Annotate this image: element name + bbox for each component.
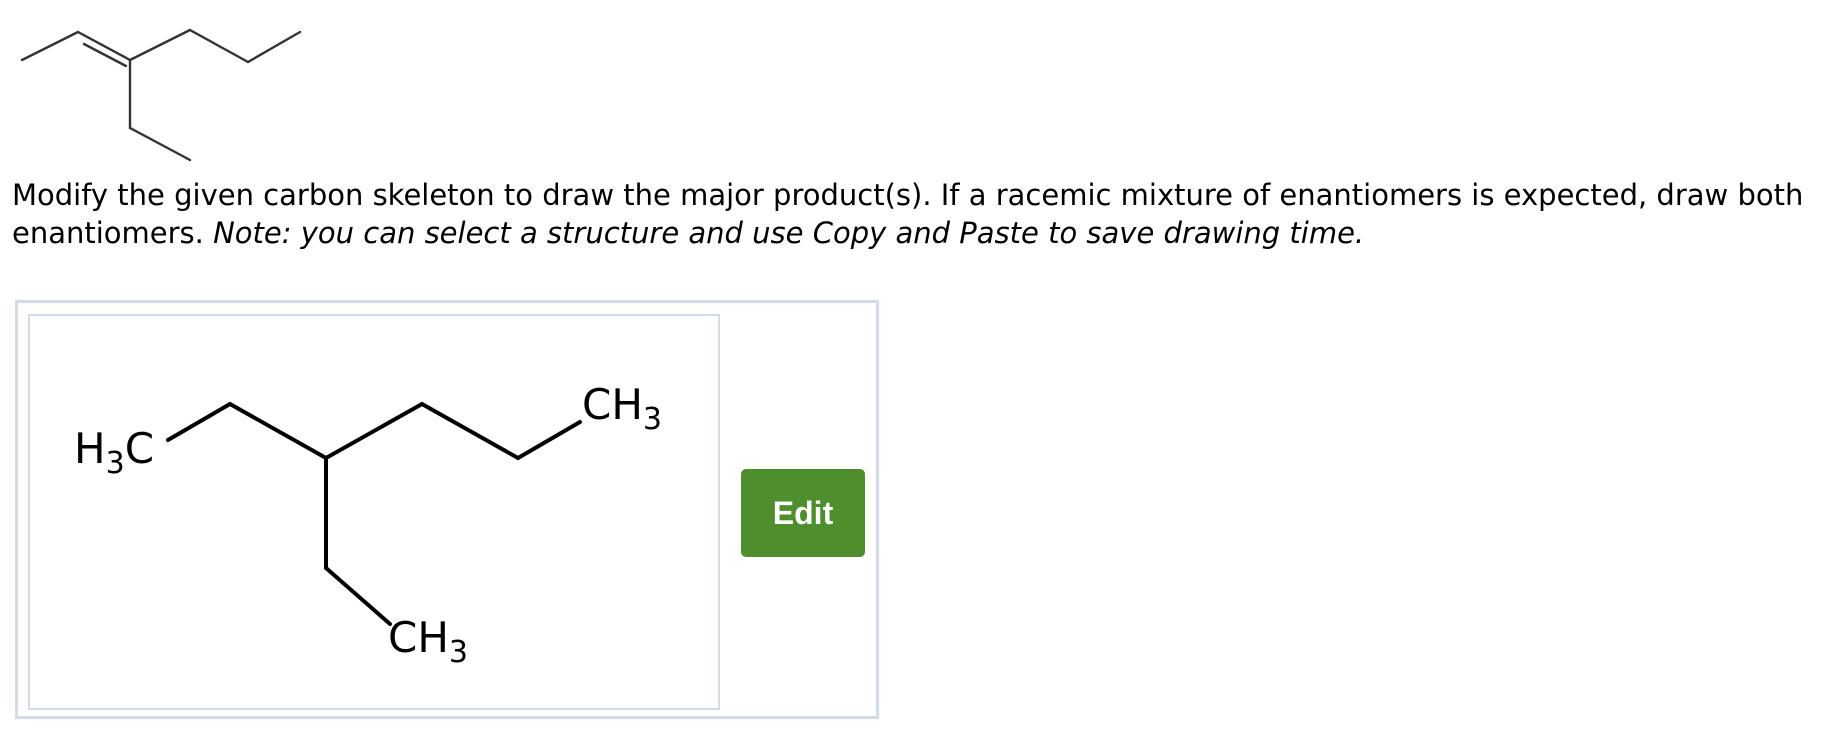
atom-label-left-methyl: H3C [74, 424, 154, 481]
bond-c1-c2 [166, 402, 232, 442]
skeleton-double-bond-a [20, 30, 80, 62]
skeleton-bond-5 [128, 126, 192, 162]
edit-button[interactable]: Edit [741, 469, 865, 557]
bond-c7-c8 [324, 566, 392, 626]
note-text: Note: you can select a structure and use… [213, 216, 1365, 250]
skeleton-bond-3 [246, 30, 302, 64]
atom-label-right-methyl: CH3 [582, 380, 662, 437]
answer-panel: H3C CH3 CH3 Edit [15, 300, 879, 719]
reactant-skeleton-drawing [20, 28, 302, 162]
skeleton-bond-2 [188, 28, 250, 64]
bond-c3-c4 [324, 402, 424, 460]
bond-c5-c6 [516, 420, 582, 460]
question-instructions: Modify the given carbon skeleton to draw… [12, 176, 1822, 252]
bond-c4-c5 [420, 402, 520, 460]
product-structure: H3C CH3 CH3 [74, 380, 662, 670]
skeleton-bond-1 [128, 28, 192, 62]
bond-c2-c3 [228, 402, 328, 460]
drawing-canvas[interactable]: H3C CH3 CH3 [28, 314, 720, 710]
reactant-skeleton [0, 0, 320, 170]
atom-label-bottom-methyl: CH3 [388, 613, 468, 670]
